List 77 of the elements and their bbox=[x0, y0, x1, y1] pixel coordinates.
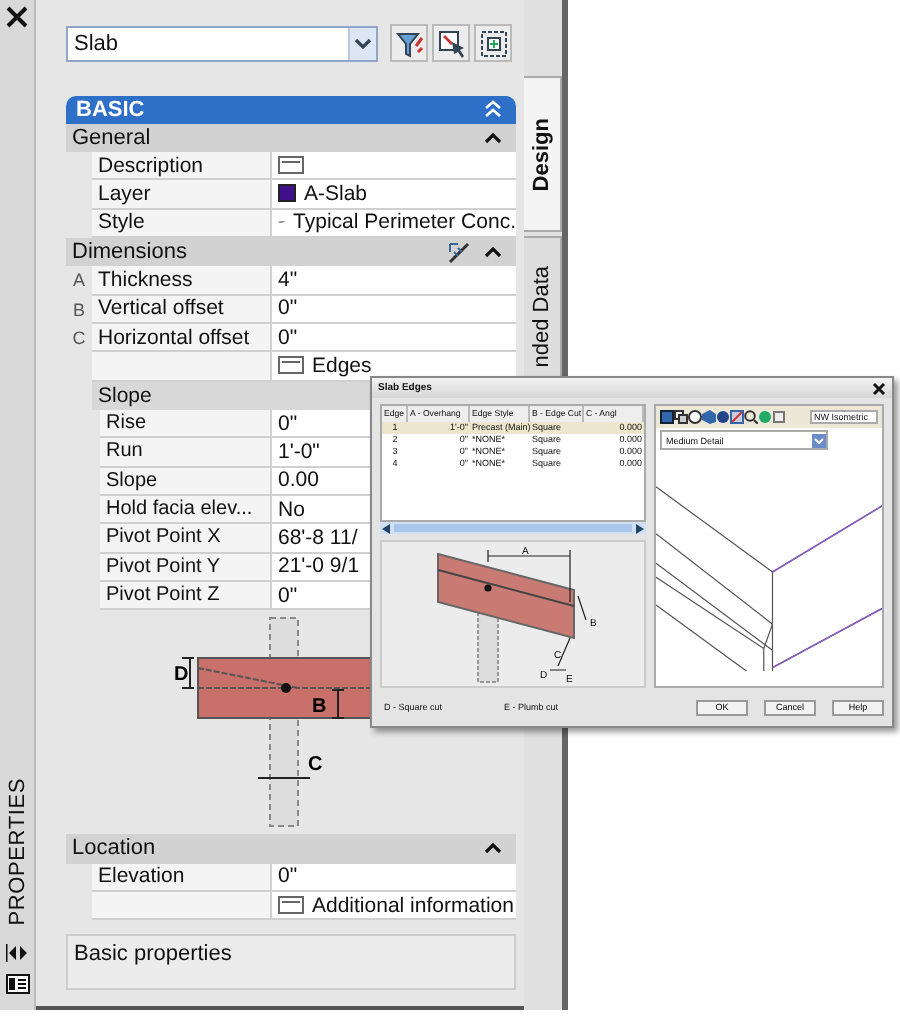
save-icon bbox=[660, 410, 674, 425]
arrow-right-icon bbox=[636, 523, 644, 534]
swatch-icon bbox=[278, 184, 296, 203]
property-value[interactable]: 0" bbox=[272, 295, 516, 324]
cube-icon bbox=[702, 410, 716, 425]
worksheet-button[interactable] bbox=[278, 356, 304, 375]
dimension-marker: C bbox=[72, 328, 86, 349]
property-label: Layer bbox=[92, 180, 272, 210]
toolbar-button[interactable] bbox=[744, 408, 758, 427]
property-value[interactable]: A-Slab bbox=[304, 181, 368, 206]
copy-icon bbox=[674, 410, 688, 425]
property-label: Description bbox=[92, 151, 272, 181]
property-label: Pivot Point Y bbox=[100, 553, 272, 582]
close-button[interactable] bbox=[4, 4, 30, 30]
toolbar-button[interactable] bbox=[660, 408, 674, 427]
select-objects-button[interactable] bbox=[432, 24, 470, 63]
property-value[interactable]: 4" bbox=[272, 266, 516, 296]
ruler-icon bbox=[448, 241, 472, 264]
worksheet-button[interactable] bbox=[278, 896, 304, 914]
section-header[interactable]: BASIC bbox=[66, 95, 516, 124]
worksheet-link[interactable]: Edges bbox=[312, 353, 372, 378]
description-box: Basic properties bbox=[66, 934, 516, 990]
property-label: Elevation bbox=[92, 863, 272, 892]
property-label: Style bbox=[92, 209, 272, 238]
auto-hide-button[interactable] bbox=[3, 938, 31, 966]
dimension-tool-button[interactable] bbox=[448, 241, 472, 264]
worksheet-icon bbox=[278, 356, 304, 375]
group-header[interactable]: Dimensions bbox=[66, 237, 516, 267]
horizontal-scrollbar[interactable] bbox=[380, 522, 646, 535]
value-cell[interactable]: Typical Perimeter Conc. bbox=[272, 209, 516, 238]
chevron-down-icon bbox=[814, 437, 824, 444]
property-label: Thickness bbox=[92, 266, 272, 296]
sphere-icon bbox=[716, 410, 730, 425]
close-button[interactable] bbox=[872, 381, 886, 396]
group-header[interactable]: Location bbox=[66, 834, 516, 864]
worksheet-link[interactable]: Additional information bbox=[312, 893, 514, 917]
property-value[interactable]: 0" bbox=[272, 863, 516, 892]
close-icon bbox=[872, 381, 886, 396]
chevron-down-icon bbox=[354, 37, 372, 50]
value-cell[interactable]: A-Slab bbox=[272, 180, 516, 210]
property-value[interactable]: 0" bbox=[272, 323, 516, 353]
worksheet-button[interactable] bbox=[278, 156, 304, 175]
palette-menu-button[interactable] bbox=[3, 970, 31, 998]
palette-title: PROPERTIES bbox=[5, 778, 29, 926]
arrow-left-icon bbox=[382, 523, 390, 534]
funnel-icon bbox=[395, 29, 423, 58]
toolbar-button[interactable] bbox=[674, 408, 688, 427]
property-label: Vertical offset bbox=[92, 295, 272, 324]
dimension-label: C bbox=[307, 754, 322, 777]
zoom-icon bbox=[744, 410, 758, 425]
worksheet-icon bbox=[278, 896, 304, 914]
property-label: Hold facia elev... bbox=[100, 495, 272, 525]
toolbar-button[interactable] bbox=[716, 408, 730, 427]
close-icon bbox=[6, 6, 28, 28]
property-label: Slope bbox=[100, 467, 272, 496]
palette-tab[interactable]: Design bbox=[524, 76, 562, 232]
arrows-icon bbox=[5, 943, 29, 961]
filter-button[interactable] bbox=[390, 24, 428, 63]
dimension-label: B bbox=[311, 696, 326, 719]
quick-select-button[interactable] bbox=[474, 24, 512, 63]
dimension-label: D bbox=[173, 664, 188, 687]
dimension-marker: A bbox=[72, 270, 85, 291]
property-label: Pivot Point X bbox=[100, 524, 272, 554]
list-icon bbox=[5, 974, 29, 994]
cursor-icon bbox=[437, 29, 465, 58]
quick-select-icon bbox=[479, 29, 507, 58]
value-cell[interactable] bbox=[272, 151, 516, 181]
property-label: Run bbox=[100, 438, 272, 468]
group-header[interactable]: General bbox=[66, 123, 516, 152]
value-cell[interactable]: Additional information bbox=[272, 891, 516, 921]
property-value[interactable]: Typical Perimeter Conc. bbox=[293, 210, 516, 235]
property-label: Pivot Point Z bbox=[100, 581, 272, 611]
property-label: Horizontal offset bbox=[92, 323, 272, 353]
worksheet-icon bbox=[278, 156, 304, 175]
property-label: Rise bbox=[100, 409, 272, 439]
dimension-marker: B bbox=[72, 299, 85, 320]
object-type-dropdown[interactable]: Slab bbox=[66, 25, 378, 62]
